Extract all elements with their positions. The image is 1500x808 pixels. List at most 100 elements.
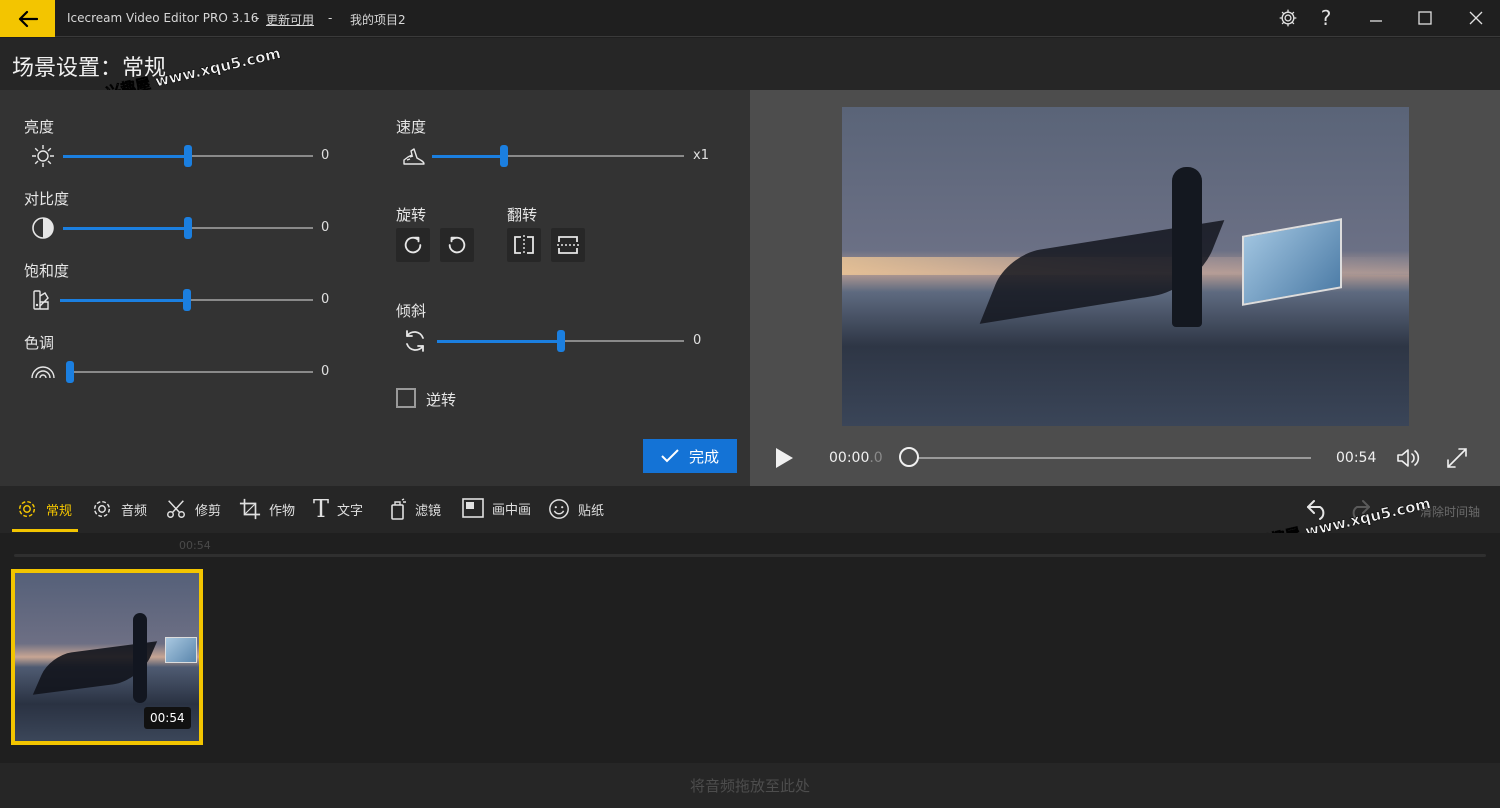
sticker-icon bbox=[549, 499, 569, 519]
video-easel-painting bbox=[1242, 218, 1342, 306]
question-mark-icon: ? bbox=[1320, 6, 1332, 30]
tab-stickers[interactable]: 贴纸 bbox=[548, 498, 604, 520]
tab-picture-in-picture[interactable]: 画中画 bbox=[462, 498, 531, 518]
title-separator: - bbox=[255, 11, 260, 25]
tab-audio[interactable]: 音频 bbox=[91, 498, 147, 520]
timeline-ruler[interactable] bbox=[14, 554, 1486, 557]
scissors-icon bbox=[167, 500, 185, 518]
brightness-slider[interactable] bbox=[63, 145, 313, 167]
video-clip[interactable]: 00:54 bbox=[11, 569, 203, 745]
play-icon bbox=[776, 448, 793, 468]
tab-crop[interactable]: 作物 bbox=[239, 498, 295, 520]
slider-fill bbox=[63, 227, 188, 230]
reverse-checkbox[interactable] bbox=[396, 388, 416, 408]
contrast-value: 0 bbox=[321, 220, 330, 235]
settings-button[interactable] bbox=[1275, 6, 1301, 30]
flip-vertical-button[interactable] bbox=[551, 228, 585, 262]
settings-panel: 亮度 0 对比度 0 饱和度 0 色调 0 速度 x1 旋转 翻转 倾斜 0 逆… bbox=[0, 90, 750, 486]
tab-general[interactable]: 常规 bbox=[16, 498, 72, 520]
reverse-label: 逆转 bbox=[426, 391, 457, 409]
title-separator: - bbox=[328, 11, 333, 25]
timeline-ruler-label: 00:54 bbox=[179, 539, 211, 552]
slider-fill bbox=[63, 155, 188, 158]
seek-thumb[interactable] bbox=[899, 447, 919, 467]
rotate-ccw-icon bbox=[448, 236, 466, 254]
audio-drop-zone[interactable]: 将音频拖放至此处 bbox=[0, 763, 1500, 808]
tab-label: 常规 bbox=[46, 503, 73, 519]
volume-button[interactable] bbox=[1395, 446, 1423, 470]
app-title: Icecream Video Editor PRO 3.16 bbox=[67, 11, 259, 25]
flip-horizontal-button[interactable] bbox=[507, 228, 541, 262]
filter-icon bbox=[391, 498, 406, 520]
maximize-button[interactable] bbox=[1412, 6, 1438, 30]
scene-settings-header: 场景设置：常规 兴趣屋 www.xqu5.com bbox=[0, 38, 1500, 102]
speed-value: x1 bbox=[693, 148, 709, 163]
play-button[interactable] bbox=[772, 446, 796, 470]
title-bar: Icecream Video Editor PRO 3.16 - 更新可用 - … bbox=[0, 0, 1500, 37]
hue-value: 0 bbox=[321, 364, 330, 379]
rotate-label: 旋转 bbox=[396, 206, 427, 224]
help-button[interactable]: ? bbox=[1313, 6, 1339, 30]
saturation-label: 饱和度 bbox=[24, 262, 70, 280]
project-name: 我的项目2 bbox=[350, 13, 406, 27]
tilt-slider[interactable] bbox=[437, 330, 684, 352]
saturation-slider[interactable] bbox=[60, 289, 313, 311]
clip-thumbnail-painting bbox=[165, 637, 197, 663]
speed-label: 速度 bbox=[396, 118, 427, 136]
rotate-clockwise-button[interactable] bbox=[396, 228, 430, 262]
slider-thumb[interactable] bbox=[500, 145, 508, 167]
tilt-label: 倾斜 bbox=[396, 302, 427, 320]
hue-label: 色调 bbox=[24, 334, 55, 352]
pip-icon bbox=[462, 498, 484, 518]
saturation-value: 0 bbox=[321, 292, 330, 307]
minimize-button[interactable] bbox=[1363, 6, 1389, 30]
minimize-icon bbox=[1370, 20, 1382, 22]
video-frame bbox=[842, 107, 1409, 426]
tab-trim[interactable]: 修剪 bbox=[165, 498, 221, 520]
gear-icon bbox=[18, 500, 36, 518]
seek-bar[interactable] bbox=[900, 457, 1311, 459]
slider-fill bbox=[437, 340, 561, 343]
active-tab-indicator bbox=[12, 529, 78, 532]
tab-label: 音频 bbox=[121, 503, 148, 519]
tab-label: 画中画 bbox=[492, 502, 532, 518]
slider-fill bbox=[60, 299, 187, 302]
slider-track bbox=[66, 371, 313, 373]
crop-icon bbox=[239, 498, 261, 520]
slider-thumb[interactable] bbox=[66, 361, 74, 383]
sun-icon bbox=[30, 143, 56, 169]
brightness-label: 亮度 bbox=[24, 118, 55, 136]
expand-icon bbox=[1447, 448, 1467, 468]
close-button[interactable] bbox=[1463, 6, 1489, 30]
current-time: 00:00.0 bbox=[829, 450, 883, 466]
timeline: 00:54 00:54 bbox=[0, 533, 1500, 763]
tilt-rotate-icon bbox=[402, 328, 428, 354]
video-preview-panel: 00:00.0 00:54 bbox=[750, 90, 1500, 486]
tab-text[interactable]: T 文字 bbox=[313, 497, 363, 521]
contrast-slider[interactable] bbox=[63, 217, 313, 239]
fullscreen-button[interactable] bbox=[1444, 446, 1470, 470]
hue-slider[interactable] bbox=[66, 361, 313, 383]
update-available-link[interactable]: 更新可用 bbox=[266, 11, 314, 28]
rotate-counterclockwise-button[interactable] bbox=[440, 228, 474, 262]
flip-vertical-icon bbox=[557, 236, 579, 254]
total-duration: 00:54 bbox=[1336, 450, 1377, 466]
tab-label: 贴纸 bbox=[578, 503, 605, 519]
slider-thumb[interactable] bbox=[184, 145, 192, 167]
speed-slider[interactable] bbox=[432, 145, 684, 167]
slider-thumb[interactable] bbox=[184, 217, 192, 239]
clip-duration-badge: 00:54 bbox=[144, 707, 191, 729]
tab-label: 作物 bbox=[269, 503, 296, 519]
slider-thumb[interactable] bbox=[183, 289, 191, 311]
tab-filters[interactable]: 滤镜 bbox=[389, 498, 441, 520]
rainbow-icon bbox=[30, 359, 56, 385]
volume-icon bbox=[1397, 449, 1420, 467]
checkmark-icon bbox=[661, 449, 679, 463]
slider-thumb[interactable] bbox=[557, 330, 565, 352]
audio-drop-text: 将音频拖放至此处 bbox=[689, 777, 810, 795]
back-button[interactable] bbox=[0, 0, 55, 37]
contrast-icon bbox=[30, 215, 56, 241]
done-button[interactable]: 完成 bbox=[643, 439, 737, 473]
gear-icon bbox=[1279, 9, 1297, 27]
palette-icon bbox=[30, 287, 56, 313]
